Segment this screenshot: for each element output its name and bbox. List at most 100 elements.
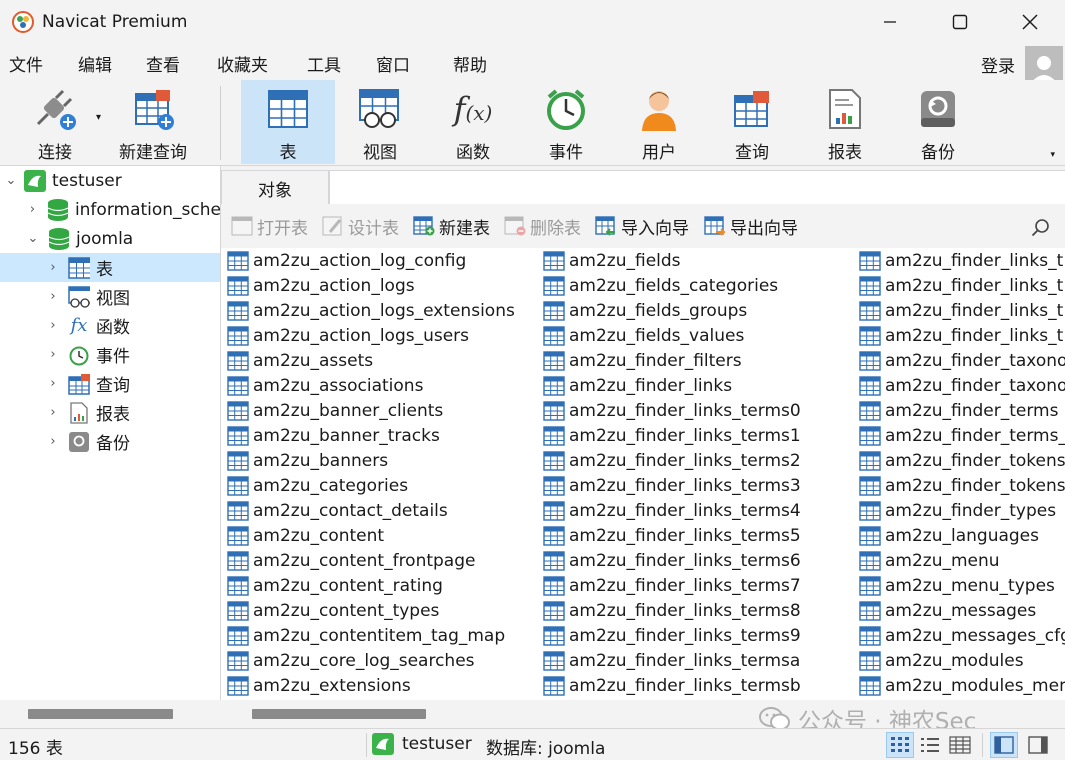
table-item[interactable]: am2zu_messages_cfg <box>853 623 1065 648</box>
chevron-right-icon[interactable]: › <box>46 289 60 304</box>
tree-item-reports[interactable]: › 报表 <box>0 398 220 427</box>
table-item[interactable]: am2zu_finder_links_terms5 <box>537 523 801 548</box>
table-item[interactable]: am2zu_menu <box>853 548 1065 573</box>
table-item[interactable]: am2zu_finder_links_termsb <box>537 673 801 698</box>
menu-file[interactable]: 文件 <box>9 51 43 76</box>
table-item[interactable]: am2zu_finder_taxono <box>853 348 1065 373</box>
table-item[interactable]: am2zu_assets <box>221 348 515 373</box>
menu-tools[interactable]: 工具 <box>307 51 341 76</box>
grid-view-button[interactable] <box>886 732 914 758</box>
tree-item-events[interactable]: › 事件 <box>0 340 220 369</box>
open-table-button[interactable]: 打开表 <box>231 214 308 239</box>
table-item[interactable]: am2zu_modules <box>853 648 1065 673</box>
chevron-right-icon[interactable]: › <box>26 202 39 217</box>
table-item[interactable]: am2zu_action_log_config <box>221 248 515 273</box>
table-item[interactable]: am2zu_finder_links_t <box>853 298 1065 323</box>
table-item[interactable]: am2zu_content_types <box>221 598 515 623</box>
close-button[interactable] <box>995 0 1065 44</box>
minimize-button[interactable] <box>855 0 925 44</box>
tree-db-joomla[interactable]: ⌄ joomla <box>0 224 220 253</box>
ribbon-report-button[interactable]: 报表 <box>798 80 892 164</box>
table-item[interactable]: am2zu_finder_links_terms6 <box>537 548 801 573</box>
maximize-button[interactable] <box>925 0 995 44</box>
chevron-right-icon[interactable]: › <box>46 434 60 449</box>
table-item[interactable]: am2zu_finder_links_terms4 <box>537 498 801 523</box>
ribbon-query-button[interactable]: 查询 <box>705 80 799 164</box>
table-item[interactable]: am2zu_fields_categories <box>537 273 801 298</box>
tree-item-views[interactable]: › 视图 <box>0 282 220 311</box>
menu-edit[interactable]: 编辑 <box>78 51 112 76</box>
table-item[interactable]: am2zu_finder_filters <box>537 348 801 373</box>
table-item[interactable]: am2zu_finder_links_terms8 <box>537 598 801 623</box>
chevron-down-icon[interactable]: ⌄ <box>26 231 40 246</box>
table-item[interactable]: am2zu_content <box>221 523 515 548</box>
design-table-button[interactable]: 设计表 <box>322 214 399 239</box>
table-item[interactable]: am2zu_messages <box>853 598 1065 623</box>
tab-objects[interactable]: 对象 <box>221 170 329 205</box>
table-item[interactable]: am2zu_languages <box>853 523 1065 548</box>
list-scrollbar-thumb[interactable] <box>252 709 426 719</box>
table-item[interactable]: am2zu_action_logs_users <box>221 323 515 348</box>
table-item[interactable]: am2zu_finder_links_terms0 <box>537 398 801 423</box>
chevron-right-icon[interactable]: › <box>46 376 60 391</box>
search-icon[interactable] <box>1031 218 1051 238</box>
table-item[interactable]: am2zu_finder_links_terms2 <box>537 448 801 473</box>
ribbon-event-button[interactable]: 事件 <box>519 80 613 164</box>
table-item[interactable]: am2zu_extensions <box>221 673 515 698</box>
table-item[interactable]: am2zu_banner_tracks <box>221 423 515 448</box>
table-item[interactable]: am2zu_action_logs_extensions <box>221 298 515 323</box>
menu-favorites[interactable]: 收藏夹 <box>217 51 268 76</box>
table-item[interactable]: am2zu_fields_values <box>537 323 801 348</box>
detail-view-button[interactable] <box>946 732 974 758</box>
delete-table-button[interactable]: 删除表 <box>504 214 581 239</box>
table-item[interactable]: am2zu_finder_links_t <box>853 248 1065 273</box>
table-item[interactable]: am2zu_fields_groups <box>537 298 801 323</box>
tree-item-backups[interactable]: › 备份 <box>0 427 220 456</box>
table-item[interactable]: am2zu_finder_terms <box>853 398 1065 423</box>
ribbon-backup-button[interactable]: 备份 <box>891 80 985 164</box>
table-item[interactable]: am2zu_contentitem_tag_map <box>221 623 515 648</box>
table-item[interactable]: am2zu_finder_links_t <box>853 273 1065 298</box>
table-item[interactable]: am2zu_finder_tokens <box>853 448 1065 473</box>
chevron-right-icon[interactable]: › <box>46 347 60 362</box>
connect-button[interactable]: 连接 <box>8 80 102 164</box>
ribbon-table-button[interactable]: 表 <box>241 80 335 164</box>
login-link[interactable]: 登录 <box>981 52 1015 77</box>
table-item[interactable]: am2zu_finder_links <box>537 373 801 398</box>
tree-item-queries[interactable]: › 查询 <box>0 369 220 398</box>
table-item[interactable]: am2zu_content_rating <box>221 573 515 598</box>
table-item[interactable]: am2zu_finder_links_terms7 <box>537 573 801 598</box>
menu-help[interactable]: 帮助 <box>453 51 487 76</box>
chevron-right-icon[interactable]: › <box>46 260 60 275</box>
table-item[interactable]: am2zu_finder_taxono <box>853 373 1065 398</box>
table-item[interactable]: am2zu_modules_men <box>853 673 1065 698</box>
table-item[interactable]: am2zu_finder_links_terms9 <box>537 623 801 648</box>
tree-connection-testuser[interactable]: ⌄ testuser <box>0 166 220 195</box>
export-wizard-button[interactable]: 导出向导 <box>704 214 798 239</box>
new-query-button[interactable]: 新建查询 <box>106 80 200 164</box>
tree-item-tables[interactable]: › 表 <box>0 253 220 282</box>
table-item[interactable]: am2zu_finder_types <box>853 498 1065 523</box>
table-item[interactable]: am2zu_contact_details <box>221 498 515 523</box>
table-item[interactable]: am2zu_content_frontpage <box>221 548 515 573</box>
show-info-pane-button[interactable] <box>1024 732 1052 758</box>
ribbon-view-button[interactable]: 视图 <box>333 80 427 164</box>
tree-item-functions[interactable]: › fx 函数 <box>0 311 220 340</box>
table-item[interactable]: am2zu_finder_links_t <box>853 323 1065 348</box>
new-table-button[interactable]: 新建表 <box>413 214 490 239</box>
tree-scrollbar-thumb[interactable] <box>28 709 173 719</box>
ribbon-function-button[interactable]: f(x) 函数 <box>426 80 520 164</box>
table-item[interactable]: am2zu_menu_types <box>853 573 1065 598</box>
import-wizard-button[interactable]: 导入向导 <box>595 214 689 239</box>
table-item[interactable]: am2zu_action_logs <box>221 273 515 298</box>
table-item[interactable]: am2zu_finder_links_termsa <box>537 648 801 673</box>
ribbon-more-icon[interactable]: ▾ <box>1050 150 1055 160</box>
list-view-button[interactable] <box>916 732 944 758</box>
table-item[interactable]: am2zu_banners <box>221 448 515 473</box>
chevron-down-icon[interactable]: ⌄ <box>4 173 18 188</box>
menu-view[interactable]: 查看 <box>146 51 180 76</box>
table-item[interactable]: am2zu_fields <box>537 248 801 273</box>
table-item[interactable]: am2zu_banner_clients <box>221 398 515 423</box>
tree-db-information-schema[interactable]: › information_sche <box>0 195 220 224</box>
chevron-right-icon[interactable]: › <box>46 405 60 420</box>
